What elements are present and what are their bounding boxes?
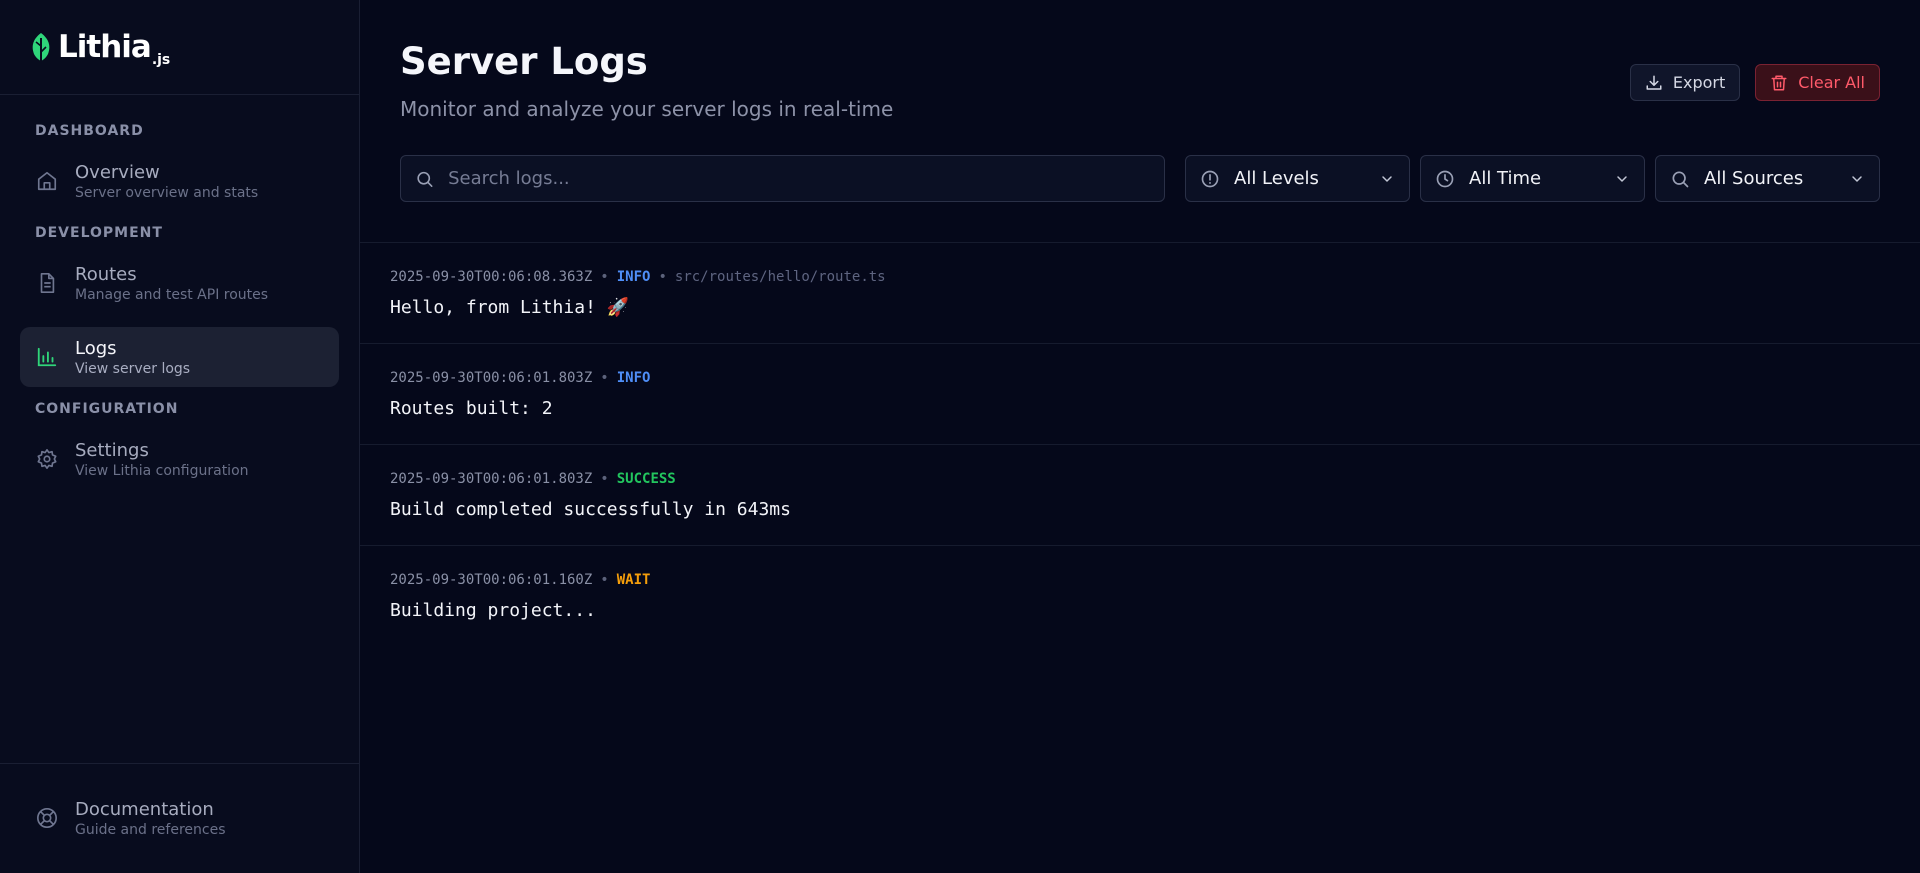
export-button[interactable]: Export — [1629, 64, 1741, 101]
search-icon — [417, 171, 433, 187]
clear-all-button[interactable]: Clear All — [1755, 64, 1880, 101]
separator-dot: • — [600, 269, 609, 285]
clock-icon — [1436, 170, 1454, 187]
brand[interactable]: Lithia .js — [0, 0, 359, 95]
search-box[interactable] — [400, 155, 1165, 202]
sidebar-item-overview[interactable]: Overview Server overview and stats — [20, 151, 339, 211]
sidebar-item-desc: Guide and references — [75, 821, 226, 838]
sidebar-footer: Documentation Guide and references — [0, 763, 359, 873]
log-level-badge: WAIT — [616, 572, 651, 588]
sidebar-item-desc: View Lithia configuration — [75, 462, 249, 479]
section-configuration: CONFIGURATION — [35, 401, 179, 417]
home-icon — [35, 169, 59, 193]
sidebar-item-documentation[interactable]: Documentation Guide and references — [20, 788, 339, 848]
sidebar-item-label: Routes — [75, 263, 137, 285]
download-icon — [1646, 75, 1662, 90]
bar-chart-icon — [35, 345, 59, 369]
log-meta: 2025-09-30T00:06:01.160Z • WAIT — [390, 572, 1890, 588]
log-entry[interactable]: 2025-09-30T00:06:01.803Z • SUCCESS Build… — [360, 445, 1920, 546]
header-actions: Export Clear All — [1629, 64, 1880, 101]
section-dashboard: DASHBOARD — [35, 123, 144, 139]
sidebar-item-desc: Manage and test API routes — [75, 286, 269, 303]
log-timestamp: 2025-09-30T00:06:08.363Z — [390, 269, 593, 285]
log-message: Building project... — [390, 600, 596, 621]
log-meta: 2025-09-30T00:06:01.803Z • SUCCESS — [390, 471, 1890, 487]
sidebar-item-label: Documentation — [75, 798, 214, 820]
separator-dot: • — [600, 572, 609, 588]
page-header: Server Logs Monitor and analyze your ser… — [360, 0, 1920, 243]
clear-all-label: Clear All — [1798, 73, 1865, 92]
sidebar-item-desc: Server overview and stats — [75, 184, 259, 201]
lifebuoy-icon — [35, 806, 59, 830]
main-content: Server Logs Monitor and analyze your ser… — [360, 0, 1920, 873]
trash-icon — [1771, 75, 1787, 90]
search-input[interactable] — [448, 168, 1150, 189]
sidebar-item-label: Settings — [75, 439, 149, 461]
level-select-value: All Levels — [1234, 168, 1319, 189]
filter-bar: All Levels All Time All Sources — [400, 155, 1880, 202]
log-timestamp: 2025-09-30T00:06:01.803Z — [390, 471, 593, 487]
brand-suffix: .js — [151, 52, 171, 68]
sidebar-item-label: Logs — [75, 337, 117, 359]
separator-dot: • — [600, 370, 609, 386]
sidebar-item-logs[interactable]: Logs View server logs — [20, 327, 339, 387]
log-level-badge: SUCCESS — [616, 471, 676, 487]
separator-dot: • — [600, 471, 609, 487]
sidebar-item-settings[interactable]: Settings View Lithia configuration — [20, 429, 339, 489]
sidebar-nav: DASHBOARD Overview Server overview and s… — [0, 95, 359, 763]
log-timestamp: 2025-09-30T00:06:01.160Z — [390, 572, 593, 588]
time-select-value: All Time — [1469, 168, 1542, 189]
brand-name: Lithia — [58, 29, 152, 65]
log-entry[interactable]: 2025-09-30T00:06:08.363Z • INFO • src/ro… — [360, 243, 1920, 344]
search-icon — [1672, 171, 1689, 187]
source-select[interactable]: All Sources — [1655, 155, 1880, 202]
sidebar: Lithia .js DASHBOARD Overview Server ove… — [0, 0, 360, 873]
chevron-down-icon — [1382, 175, 1392, 182]
app: Lithia .js DASHBOARD Overview Server ove… — [0, 0, 1920, 873]
chevron-down-icon — [1617, 175, 1627, 182]
sidebar-item-routes[interactable]: Routes Manage and test API routes — [20, 253, 339, 313]
log-meta: 2025-09-30T00:06:08.363Z • INFO • src/ro… — [390, 269, 1890, 285]
alert-circle-icon — [1201, 170, 1219, 187]
log-entry[interactable]: 2025-09-30T00:06:01.160Z • WAIT Building… — [360, 546, 1920, 647]
log-source: src/routes/hello/route.ts — [674, 269, 886, 285]
leaf-logo-icon — [32, 33, 50, 61]
file-icon — [35, 271, 59, 295]
log-message: Hello, from Lithia! 🚀 — [390, 297, 630, 318]
export-label: Export — [1672, 73, 1726, 92]
sidebar-item-desc: View server logs — [75, 360, 191, 377]
log-message: Build completed successfully in 643ms — [390, 499, 791, 520]
time-select[interactable]: All Time — [1420, 155, 1645, 202]
gear-icon — [35, 447, 59, 471]
separator-dot: • — [658, 269, 667, 285]
log-level-badge: INFO — [616, 370, 651, 386]
log-meta: 2025-09-30T00:06:01.803Z • INFO — [390, 370, 1890, 386]
section-development: DEVELOPMENT — [35, 225, 163, 241]
source-select-value: All Sources — [1704, 168, 1804, 189]
level-select[interactable]: All Levels — [1185, 155, 1410, 202]
log-message: Routes built: 2 — [390, 398, 553, 419]
log-level-badge: INFO — [616, 269, 651, 285]
chevron-down-icon — [1852, 175, 1862, 182]
log-timestamp: 2025-09-30T00:06:01.803Z — [390, 370, 593, 386]
log-list: 2025-09-30T00:06:08.363Z • INFO • src/ro… — [360, 243, 1920, 873]
sidebar-item-label: Overview — [75, 161, 160, 183]
log-entry[interactable]: 2025-09-30T00:06:01.803Z • INFO Routes b… — [360, 344, 1920, 445]
